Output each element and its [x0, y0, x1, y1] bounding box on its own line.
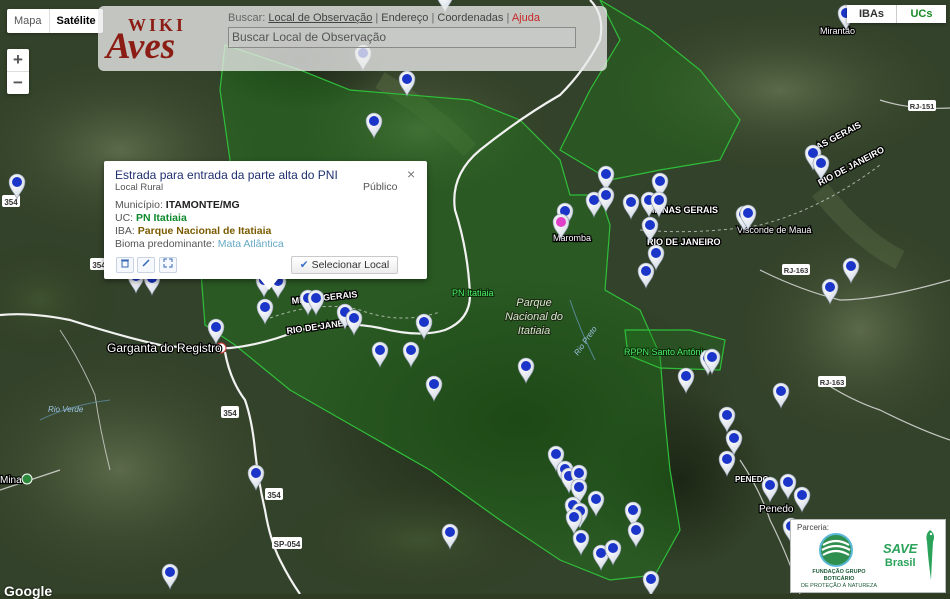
partner-box: Parceria: FUNDAÇÃO GRUPO BOTICÁRIO DE PR…	[790, 519, 946, 593]
road-shield-rj151: RJ-151	[908, 100, 936, 111]
wikiaves-logo[interactable]: WIKI Aves	[106, 14, 210, 67]
separator: |	[375, 12, 379, 24]
label-rio-verde: Rio Verde	[48, 405, 84, 414]
fgb-line1: FUNDAÇÃO GRUPO BOTICÁRIO	[812, 569, 866, 582]
search-options: Buscar: Local de Observação | Endereço |…	[228, 12, 540, 24]
road-shield-354-c: 354	[221, 406, 239, 418]
map-terrain: 354 354 354 354 SP-054 RJ-163 RJ-163 RJ-…	[0, 0, 950, 594]
info-iba-row: IBA: Parque Nacional de Itatiaia	[115, 225, 271, 237]
label-pn-itatiaia: PN Itatiaia	[452, 288, 494, 298]
svg-text:RJ-151: RJ-151	[910, 102, 935, 111]
option-endereco-link[interactable]: Endereço	[381, 12, 428, 24]
zoom-control: + −	[7, 49, 29, 94]
info-municipio-row: Município: ITAMONTE/MG	[115, 199, 240, 211]
info-local-type: Local Rural	[115, 182, 164, 193]
map-type-satellite-button[interactable]: Satélite	[48, 9, 103, 33]
municipio-value: ITAMONTE/MG	[165, 199, 240, 211]
option-coordenadas-link[interactable]: Coordenadas	[437, 12, 503, 24]
search-input[interactable]: Buscar Local de Observação	[228, 27, 576, 48]
zoom-in-button[interactable]: +	[7, 49, 29, 71]
google-logo: Google	[4, 583, 53, 599]
road-shield-rj163-b: RJ-163	[818, 376, 846, 387]
info-bioma-row: Bioma predominante: Mata Atlântica	[115, 238, 284, 250]
separator: |	[431, 12, 435, 24]
label-penedo: Penedo	[759, 504, 794, 515]
info-uc-row: UC: PN Itatiaia	[115, 212, 187, 224]
save-text: SAVE	[883, 541, 918, 556]
toggle-iba-button[interactable]: IBAs	[847, 5, 897, 23]
select-local-label: Selecionar Local	[311, 259, 390, 271]
info-access: Público	[363, 181, 398, 193]
partner-label: Parceria:	[797, 523, 830, 532]
close-icon[interactable]: ×	[407, 166, 415, 182]
label-mirantao: Mirantão	[820, 26, 855, 36]
save-brasil-logo[interactable]: SAVE Brasil	[883, 542, 917, 570]
fgb-text: FUNDAÇÃO GRUPO BOTICÁRIO DE PROTEÇÃO À N…	[797, 569, 881, 590]
info-window: Estrada para entrada da parte alta do PN…	[104, 161, 427, 290]
label-parque-3: Itatiaia	[518, 325, 550, 337]
toggle-uc-button[interactable]: UCs	[897, 5, 946, 23]
logo-aves-text: Aves	[106, 26, 176, 67]
iba-value-link[interactable]: Parque Nacional de Itatiaia	[138, 225, 272, 237]
label-rppn: RPPN Santo Antônio	[624, 347, 708, 357]
zoom-out-button[interactable]: −	[7, 71, 29, 94]
label-mina: Mina	[0, 475, 22, 486]
separator: |	[506, 12, 510, 24]
expand-icon[interactable]	[159, 257, 177, 273]
label-garganta: Garganta do Registro	[107, 341, 222, 355]
trash-icon[interactable]	[116, 257, 134, 273]
label-parque-1: Parque	[516, 297, 551, 309]
info-title: Estrada para entrada da parte alta do PN…	[115, 168, 338, 182]
municipio-label: Município:	[115, 199, 163, 211]
parrot-icon	[926, 530, 934, 580]
uc-value-link[interactable]: PN Itatiaia	[136, 212, 187, 224]
search-panel: WIKI Aves Buscar: Local de Observação | …	[98, 6, 607, 71]
edit-icon[interactable]	[137, 257, 155, 273]
park-icon	[21, 473, 33, 485]
road-shield-rj163-a: RJ-163	[782, 264, 810, 275]
map-type-map-button[interactable]: Mapa	[7, 9, 49, 33]
bioma-label: Bioma predominante:	[115, 238, 215, 250]
fgb-line2: DE PROTEÇÃO À NATUREZA	[801, 583, 877, 589]
svg-text:354: 354	[267, 491, 281, 500]
option-ajuda-link[interactable]: Ajuda	[512, 12, 540, 24]
buscar-label: Buscar:	[228, 12, 266, 24]
option-local-link[interactable]: Local de Observação	[268, 12, 372, 24]
layer-toggles: IBAs UCs	[847, 5, 946, 23]
select-local-button[interactable]: ✔ Selecionar Local	[291, 256, 398, 274]
road-shield-sp054: SP-054	[272, 537, 302, 549]
map-type-control: Mapa Satélite	[7, 9, 103, 33]
brasil-text: Brasil	[884, 557, 916, 569]
label-parque-2: Nacional do	[505, 311, 563, 323]
fgb-logo-icon[interactable]	[819, 533, 853, 567]
svg-text:354: 354	[223, 409, 237, 418]
uc-label: UC:	[115, 212, 134, 224]
svg-text:RJ-163: RJ-163	[784, 266, 809, 275]
svg-text:354: 354	[4, 198, 18, 207]
satellite-map[interactable]: 354 354 354 354 SP-054 RJ-163 RJ-163 RJ-…	[0, 0, 950, 594]
road-shield-354-d: 354	[265, 488, 283, 500]
svg-text:RJ-163: RJ-163	[820, 378, 845, 387]
svg-text:SP-054: SP-054	[274, 540, 301, 549]
bioma-value: Mata Atlântica	[217, 238, 284, 250]
iba-label: IBA:	[115, 225, 135, 237]
check-icon: ✔	[299, 259, 309, 271]
